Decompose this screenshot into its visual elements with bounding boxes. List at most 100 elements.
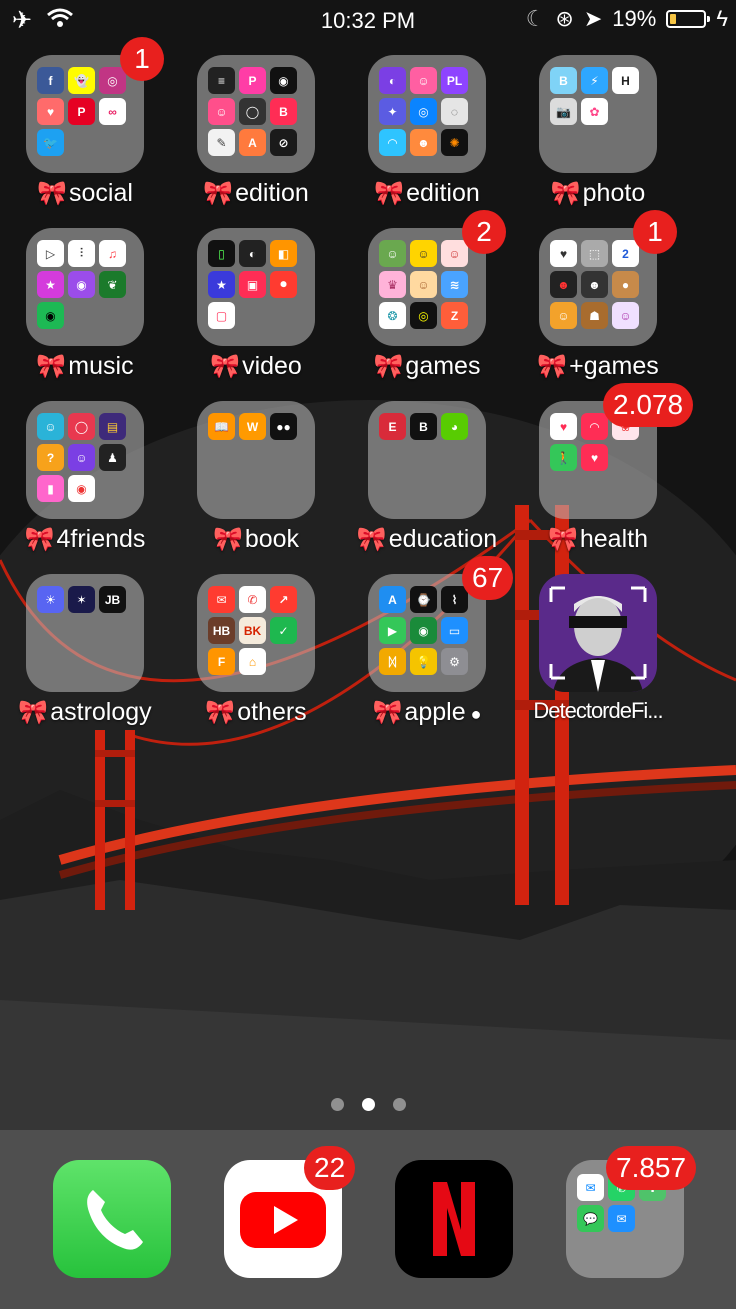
app-icon-50: F [208, 648, 235, 675]
folder-label: 🎀astrology [0, 698, 180, 727]
folder-label: 🎀education [332, 525, 522, 554]
tinder-like-icon: ♥ [37, 98, 64, 125]
phone-app[interactable] [53, 1160, 171, 1278]
folder-icon[interactable]: 📖 W ●● [197, 401, 315, 519]
app-icon-41: B [410, 413, 437, 440]
folder-label-text: music [68, 352, 134, 380]
folder-icon[interactable]: ✉ ✆ ↗ HB BK ✓ F ⌂ [197, 574, 315, 692]
phone-icon [87, 1190, 143, 1250]
app-icon-40: E [379, 413, 406, 440]
page-dot[interactable] [330, 1098, 344, 1111]
play-icon: ▷ [37, 240, 64, 267]
messaging-folder[interactable]: ✉✆✚💬✉ 7.857 [566, 1146, 697, 1278]
app-icon-47: ✉ [208, 586, 235, 613]
music-icon: ♫ [99, 240, 126, 267]
duolingo-icon: ◕ [441, 413, 468, 440]
app-icon-8: ◠ [379, 129, 406, 156]
folder-label: 🎀social [0, 179, 180, 208]
netflix-icon [433, 1182, 475, 1256]
sun-icon: ☀ [37, 586, 64, 613]
podcasts-icon: ◉ [68, 271, 95, 298]
apple-logo-icon: ● [465, 704, 482, 724]
bow-icon: 🎀 [36, 353, 67, 380]
chrome-like-icon: ◉ [68, 475, 95, 502]
folder-icon[interactable]: B ⚡ H 📷 ✿ [539, 55, 657, 173]
folder-label-text: photo [582, 179, 646, 207]
folder-icon[interactable]: ☺ ◯ ▤? ☺ ♟ ▮ ◉ [26, 401, 144, 519]
bow-icon: 🎀 [547, 526, 578, 553]
folder-label: 🎀edition [332, 179, 522, 208]
app-icon-13: ▯ [208, 240, 235, 267]
bow-icon: 🎀 [537, 353, 568, 380]
find-my-icon: ◉ [410, 617, 437, 644]
instagram-icon: ◎ [99, 67, 126, 94]
app-icon-23: ≋ [441, 271, 468, 298]
folder-label: 🎀photo [503, 179, 693, 208]
app-icon-10: ✺ [441, 129, 468, 156]
vsco-icon: ◯ [239, 98, 266, 125]
messenger-icon: ✉ [577, 1174, 604, 1201]
app-icon-4: ☺ [410, 67, 437, 94]
subway-surfers-icon: ☺ [550, 302, 577, 329]
folder-label-text: book [244, 525, 300, 553]
app-icon-30: ☻ [550, 271, 577, 298]
notification-badge: 67 [462, 556, 514, 600]
folder-icon[interactable]: ◐ ☺ PL ✦ ◎ ◌ ◠ ☻ ✺ [368, 55, 486, 173]
detector-app-icon[interactable] [539, 574, 657, 692]
folder-label-text: 4friends [56, 525, 146, 553]
folder-icon[interactable]: ☀ ✶ JB [26, 574, 144, 692]
eraser-icon: ✎ [208, 129, 235, 156]
page-dot[interactable] [361, 1098, 375, 1111]
app-icon-1: ≡ [208, 67, 235, 94]
youtube-app[interactable]: 22 [224, 1146, 356, 1278]
bow-icon: 🎀 [550, 180, 581, 207]
rotation-lock-icon: ⊛ [555, 6, 574, 31]
moon-icon: ☾ [525, 6, 546, 31]
messaging-folder-badge: 7.857 [606, 1146, 697, 1190]
temple-run-icon: ☗ [581, 302, 608, 329]
photos-icon: ✿ [581, 98, 608, 125]
folder-icon[interactable]: ≡ P ◉ ☺ ◯ B ✎ A ⊘ [197, 55, 315, 173]
mail-icon: ✉ [608, 1205, 635, 1232]
folder-label-text: education [388, 525, 498, 553]
messages-icon: 💬 [577, 1205, 604, 1232]
app-icon-18: ▢ [208, 302, 235, 329]
notification-badge: 1 [633, 210, 677, 254]
app-icon-11: ⚡ [581, 67, 608, 94]
app-icon-6: ◎ [410, 98, 437, 125]
netflix-app[interactable] [395, 1160, 513, 1278]
folder-label: 🎀music [0, 352, 180, 381]
folder-label: 🎀games [332, 352, 522, 381]
page-indicator[interactable] [0, 1098, 736, 1111]
folder-icon[interactable]: E B ◕ [368, 401, 486, 519]
app-icon-3: ◐ [379, 67, 406, 94]
books-icon: 📖 [208, 413, 235, 440]
folder-label-text: social [68, 179, 133, 207]
darkroom-icon: ⊘ [270, 129, 297, 156]
fitness-walk-icon: 🚶 [550, 444, 577, 471]
folder-label-text: edition [235, 179, 309, 207]
status-bar: ✈ 10:32 PM ☾ ⊛ ➤ 19% ϟ [0, 0, 736, 40]
app-icon-33: ☺ [37, 413, 64, 440]
folder-icon[interactable]: ▯ ◐ ◧ ★ ▣ ⏺ ▢ [197, 228, 315, 346]
pou-icon: ● [612, 271, 639, 298]
camera-icon: 📷 [550, 98, 577, 125]
folder-icon[interactable]: ▷ ⫶ ♫ ★ ◉ ❦ ◉ [26, 228, 144, 346]
app-icon-35: ▤ [99, 413, 126, 440]
facebook-icon: f [37, 67, 64, 94]
app-icon-49: ✓ [270, 617, 297, 644]
bow-icon: 🎀 [205, 699, 236, 726]
pinterest-icon: P [68, 98, 95, 125]
app-icon-5: ✦ [379, 98, 406, 125]
app-icon-37: ♟ [99, 444, 126, 471]
files-icon: ▭ [441, 617, 468, 644]
folder-label: 🎀edition [161, 179, 351, 208]
app-icon-21: ♛ [379, 271, 406, 298]
bow-icon: 🎀 [203, 180, 234, 207]
app-icon-20: ☺ [441, 240, 468, 267]
folder-label: 🎀health [503, 525, 693, 554]
voice-memos-icon: ⫶ [68, 240, 95, 267]
photo-lab-icon: PL [441, 67, 468, 94]
bow-icon: 🎀 [24, 526, 55, 553]
page-dot[interactable] [392, 1098, 406, 1111]
